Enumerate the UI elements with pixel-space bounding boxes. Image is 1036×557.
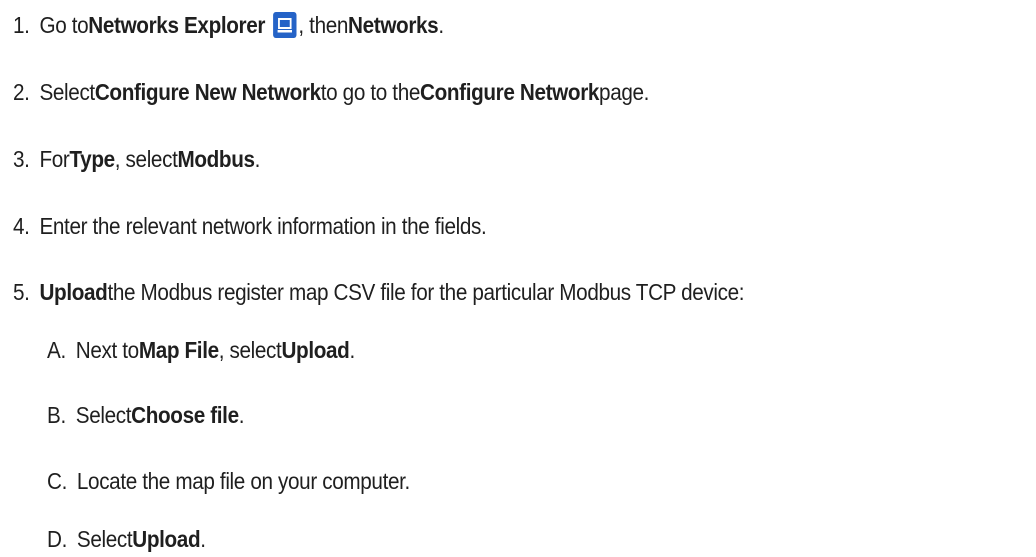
step-text: . xyxy=(349,336,355,363)
step-text: Select xyxy=(76,525,133,552)
step-number: 4. xyxy=(13,212,30,239)
step-text: For xyxy=(39,145,70,172)
step-text: Select xyxy=(75,401,132,428)
step-text: to go to the xyxy=(320,78,421,105)
substep-letter: A. xyxy=(47,336,66,363)
networks-explorer-label: Networks Explorer xyxy=(88,11,266,38)
modbus-label: Modbus xyxy=(177,145,255,172)
substep-b: B. Select Choose file . xyxy=(47,397,244,433)
configure-new-network-label: Configure New Network xyxy=(94,78,321,105)
step-text: Locate the map file on your computer. xyxy=(76,467,410,494)
upload-label: Upload xyxy=(132,525,201,552)
monitor-icon xyxy=(273,12,297,38)
substep-d: D. Select Upload . xyxy=(47,521,206,557)
step-text: Go to xyxy=(39,11,89,38)
step-text: page. xyxy=(599,78,650,105)
step-4: 4. Enter the relevant network informatio… xyxy=(13,208,487,244)
step-text: . xyxy=(200,525,206,552)
step-text: the Modbus register map CSV file for the… xyxy=(107,278,745,305)
step-number: 5. xyxy=(13,278,30,305)
substep-letter: C. xyxy=(47,467,67,494)
networks-label: Networks xyxy=(348,11,439,38)
step-text: , select xyxy=(218,336,282,363)
upload-label: Upload xyxy=(39,278,108,305)
substep-letter: B. xyxy=(47,401,66,428)
configure-network-label: Configure Network xyxy=(420,78,600,105)
instructions-document: 1. Go to Networks Explorer , then Networ… xyxy=(0,0,1036,556)
substep-c: C. Locate the map file on your computer. xyxy=(47,463,410,499)
step-number: 1. xyxy=(13,11,30,38)
step-text: , select xyxy=(114,145,178,172)
upload-label: Upload xyxy=(281,336,350,363)
step-text: , then xyxy=(298,11,349,38)
step-number: 3. xyxy=(13,145,30,172)
map-file-label: Map File xyxy=(138,336,219,363)
step-text: Select xyxy=(39,78,95,105)
substep-a: A. Next to Map File , select Upload . xyxy=(47,332,355,368)
step-text: . xyxy=(254,145,261,172)
step-number: 2. xyxy=(13,78,30,105)
substep-letter: D. xyxy=(47,525,67,552)
step-text: . xyxy=(238,401,245,428)
step-1: 1. Go to Networks Explorer , then Networ… xyxy=(13,7,444,43)
step-2: 2. Select Configure New Network to go to… xyxy=(13,74,649,110)
step-3: 3. For Type , select Modbus . xyxy=(13,141,260,177)
choose-file-label: Choose file xyxy=(131,401,239,428)
step-text: . xyxy=(438,11,444,38)
step-5: 5. Upload the Modbus register map CSV fi… xyxy=(13,274,745,310)
step-text: Enter the relevant network information i… xyxy=(39,212,487,239)
type-label: Type xyxy=(69,145,115,172)
step-text: Next to xyxy=(75,336,139,363)
